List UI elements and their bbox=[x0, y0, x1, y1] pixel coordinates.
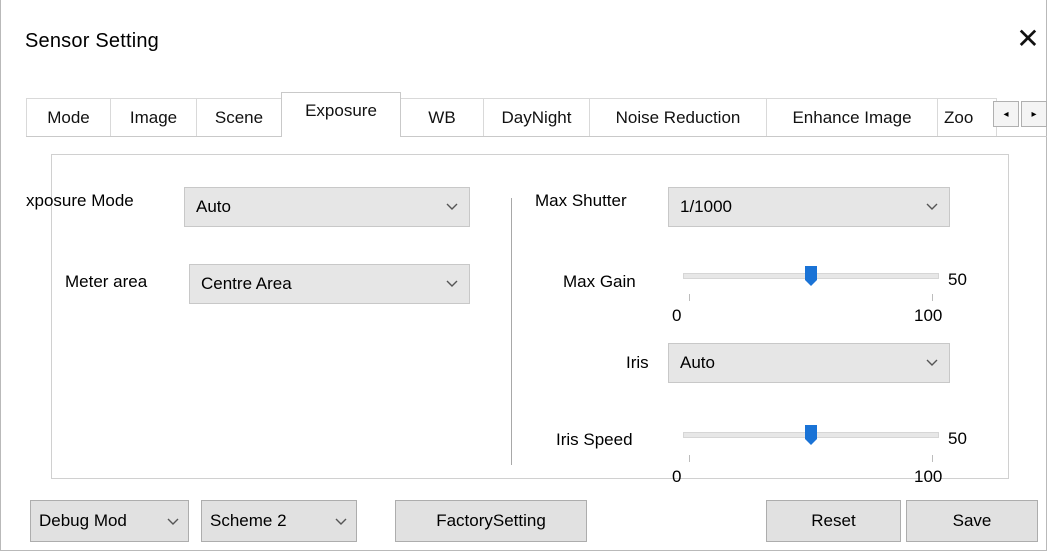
iris-value: Auto bbox=[680, 353, 715, 372]
meter-area-label: Meter area bbox=[65, 272, 148, 291]
iris-speed-max-label: 100 bbox=[914, 467, 943, 486]
factory-setting-button[interactable]: FactorySetting bbox=[395, 500, 587, 542]
iris-speed-tick-min bbox=[689, 455, 690, 462]
dialog-title: Sensor Setting bbox=[25, 30, 159, 52]
tab-image[interactable]: Image bbox=[110, 98, 197, 136]
chevron-down-icon bbox=[926, 359, 938, 366]
tab-zoom[interactable]: Zoo bbox=[937, 98, 997, 136]
iris-speed-min-label: 0 bbox=[672, 467, 682, 486]
tab-daynight[interactable]: DayNight bbox=[483, 98, 590, 136]
chevron-down-icon bbox=[167, 518, 179, 525]
tab-scroll-right-icon[interactable]: ▸ bbox=[1021, 101, 1047, 127]
chevron-down-icon bbox=[926, 203, 938, 210]
scheme-value: Scheme 2 bbox=[210, 511, 287, 530]
sensor-setting-dialog: Sensor Setting ✕ Mode Image Scene Exposu… bbox=[0, 0, 1047, 551]
max-gain-label: Max Gain bbox=[563, 272, 636, 291]
chevron-down-icon bbox=[446, 203, 458, 210]
max-gain-max-label: 100 bbox=[914, 306, 943, 325]
meter-area-value: Centre Area bbox=[201, 274, 292, 293]
reset-button[interactable]: Reset bbox=[766, 500, 901, 542]
iris-speed-value: 50 bbox=[948, 429, 967, 448]
max-shutter-value: 1/1000 bbox=[680, 197, 732, 216]
exposure-mode-select[interactable]: Auto bbox=[184, 187, 470, 227]
exposure-mode-label: xposure Mode bbox=[26, 191, 134, 210]
tab-enhance-image[interactable]: Enhance Image bbox=[766, 98, 938, 136]
max-gain-tick-max bbox=[932, 294, 933, 301]
tab-scroll-left-icon[interactable]: ◂ bbox=[993, 101, 1019, 127]
iris-speed-label: Iris Speed bbox=[556, 430, 633, 449]
tab-scene[interactable]: Scene bbox=[196, 98, 282, 136]
max-shutter-select[interactable]: 1/1000 bbox=[668, 187, 950, 227]
chevron-down-icon bbox=[335, 518, 347, 525]
title-bar: Sensor Setting ✕ bbox=[1, 0, 1046, 86]
iris-select[interactable]: Auto bbox=[668, 343, 950, 383]
meter-area-select[interactable]: Centre Area bbox=[189, 264, 470, 304]
max-gain-tick-min bbox=[689, 294, 690, 301]
tab-scroll-buttons: ◂ ▸ bbox=[993, 101, 1047, 127]
tab-wb[interactable]: WB bbox=[400, 98, 484, 136]
tab-mode[interactable]: Mode bbox=[26, 98, 111, 136]
scheme-select[interactable]: Scheme 2 bbox=[201, 500, 357, 542]
max-gain-value: 50 bbox=[948, 270, 967, 289]
column-divider bbox=[511, 198, 512, 465]
max-shutter-label: Max Shutter bbox=[535, 191, 627, 210]
debug-mode-value: Debug Mod bbox=[39, 511, 127, 530]
chevron-down-icon bbox=[446, 280, 458, 287]
iris-speed-tick-max bbox=[932, 455, 933, 462]
max-gain-min-label: 0 bbox=[672, 306, 682, 325]
close-icon[interactable]: ✕ bbox=[1013, 25, 1043, 55]
tab-strip: Mode Image Scene Exposure WB DayNight No… bbox=[26, 92, 1047, 137]
debug-mode-select[interactable]: Debug Mod bbox=[30, 500, 189, 542]
exposure-mode-value: Auto bbox=[196, 197, 231, 216]
tab-exposure[interactable]: Exposure bbox=[281, 92, 401, 137]
save-button[interactable]: Save bbox=[906, 500, 1038, 542]
iris-label: Iris bbox=[626, 353, 649, 372]
tab-noise-reduction[interactable]: Noise Reduction bbox=[589, 98, 767, 136]
